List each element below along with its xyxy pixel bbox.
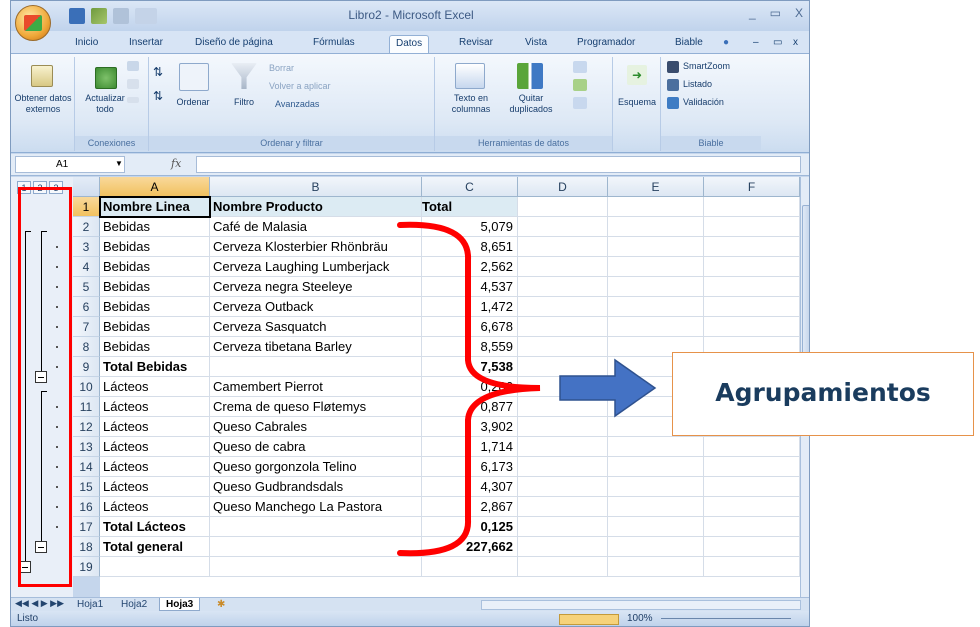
annotation-overlay [397, 221, 657, 557]
office-button[interactable] [15, 5, 51, 41]
office-logo-icon [24, 15, 42, 31]
annotation-callout: Agrupamientos [672, 352, 974, 436]
arrow-right-icon [559, 358, 657, 418]
annotation-label: Agrupamientos [715, 378, 931, 407]
grouping-bracket [397, 221, 541, 557]
